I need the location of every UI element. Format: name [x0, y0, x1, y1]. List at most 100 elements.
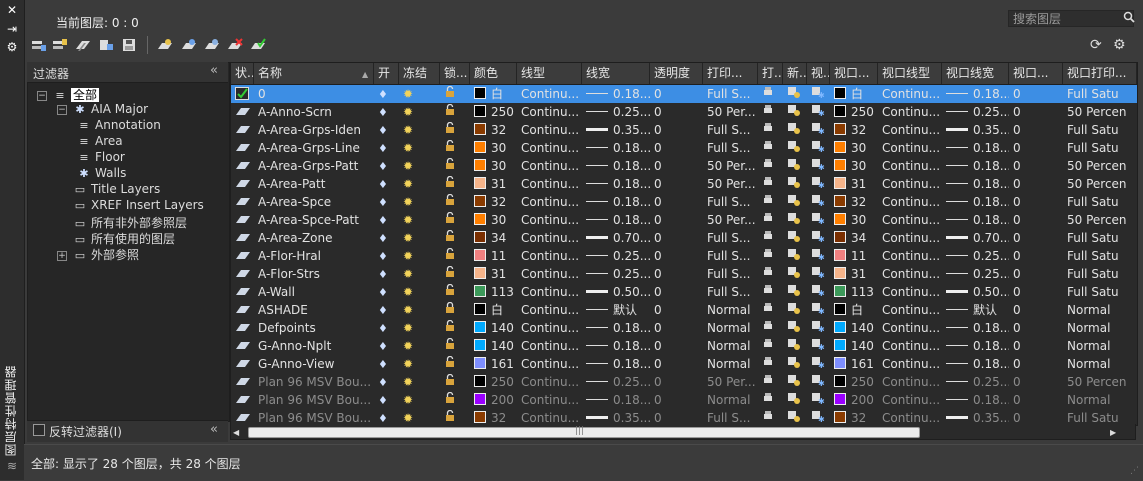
- layer-on-bulb-icon[interactable]: ♦: [374, 319, 399, 337]
- freeze-sun-icon[interactable]: ✹: [399, 265, 440, 283]
- vp-freeze-icon[interactable]: ✱: [807, 139, 830, 157]
- layer-on-bulb-icon[interactable]: ♦: [374, 373, 399, 391]
- layer-color[interactable]: 140: [470, 337, 517, 355]
- vp-color[interactable]: 34: [830, 229, 878, 247]
- layer-name[interactable]: A-Area-Grps-Line: [254, 139, 374, 157]
- layer-name[interactable]: A-Anno-Scrn: [254, 103, 374, 121]
- layer-row[interactable]: A-Anno-Scrn ♦ ✹ 250 Continu... 0.25... 0 50 Per…: [231, 103, 1137, 121]
- freeze-sun-icon[interactable]: ✹: [399, 373, 440, 391]
- layer-transparency[interactable]: 0: [650, 139, 703, 157]
- layer-color[interactable]: 250: [470, 103, 517, 121]
- vp-color[interactable]: 白: [830, 301, 878, 319]
- unlocked-icon[interactable]: [440, 265, 470, 283]
- set-current-icon[interactable]: [250, 38, 266, 52]
- vp-freeze-icon[interactable]: ✱: [807, 283, 830, 301]
- layer-transparency[interactable]: 0: [650, 265, 703, 283]
- layer-lineweight[interactable]: 0.18...: [582, 319, 650, 337]
- layer-lineweight[interactable]: 0.35...: [582, 121, 650, 139]
- layer-on-bulb-icon[interactable]: ♦: [374, 85, 399, 103]
- layer-row[interactable]: G-Anno-Nplt ♦ ✹ 140 Continu... 0.18... 0 Normal…: [231, 337, 1137, 355]
- layer-lineweight[interactable]: 0.25...: [582, 247, 650, 265]
- resize-grip-icon[interactable]: ⋰: [1130, 466, 1139, 476]
- vp-lineweight[interactable]: 0.18...: [942, 85, 1009, 103]
- filter-tree-item[interactable]: ≡ Floor: [77, 150, 124, 164]
- layer-row[interactable]: A-Wall ♦ ✹ 113 Continu... 0.50... 0 Full S... ✱ 1…: [231, 283, 1137, 301]
- col-name-header[interactable]: 名称: [254, 63, 374, 84]
- layer-transparency[interactable]: 0: [650, 157, 703, 175]
- search-icon[interactable]: [1123, 11, 1135, 23]
- layer-name[interactable]: A-Area-Zone: [254, 229, 374, 247]
- vp-freeze-icon[interactable]: ✱: [807, 247, 830, 265]
- layer-color[interactable]: 34: [470, 229, 517, 247]
- new-vp-freeze-icon[interactable]: [783, 139, 807, 157]
- unlocked-icon[interactable]: [440, 283, 470, 301]
- vp-lineweight[interactable]: 0.35...: [942, 121, 1009, 139]
- vp-plot-style[interactable]: 50 Percen: [1063, 211, 1137, 229]
- plot-printer-icon[interactable]: [758, 283, 783, 301]
- layer-on-bulb-icon[interactable]: ♦: [374, 301, 399, 319]
- vp-plot-style[interactable]: Normal: [1063, 391, 1137, 409]
- layer-on-bulb-icon[interactable]: ♦: [374, 211, 399, 229]
- vp-plot-style[interactable]: 50 Percen: [1063, 157, 1137, 175]
- vp-freeze-icon[interactable]: ✱: [807, 193, 830, 211]
- vp-lineweight[interactable]: 0.50...: [942, 283, 1009, 301]
- vp-plot-style[interactable]: Full Satu: [1063, 85, 1137, 103]
- filter-tree-item[interactable]: − ✱ AIA Major: [57, 102, 148, 116]
- layer-plot-style[interactable]: Normal: [703, 355, 758, 373]
- layer-on-bulb-icon[interactable]: ♦: [374, 355, 399, 373]
- plot-printer-icon[interactable]: [758, 301, 783, 319]
- filter-tree-item[interactable]: ▭ 所有使用的图层: [57, 230, 175, 247]
- plot-printer-icon[interactable]: [758, 211, 783, 229]
- vp-plot-style[interactable]: Full Satu: [1063, 229, 1137, 247]
- vp-freeze-icon[interactable]: ✱: [807, 103, 830, 121]
- layer-plot-style[interactable]: Full S...: [703, 247, 758, 265]
- new-vp-freeze-icon[interactable]: [783, 121, 807, 139]
- vp-linetype[interactable]: Continu...: [878, 373, 942, 391]
- layer-color[interactable]: 30: [470, 139, 517, 157]
- vp-transparency[interactable]: 0: [1009, 193, 1063, 211]
- layer-color[interactable]: 32: [470, 193, 517, 211]
- vp-transparency[interactable]: 0: [1009, 301, 1063, 319]
- layer-plot-style[interactable]: Full S...: [703, 85, 758, 103]
- freeze-sun-icon[interactable]: ✹: [399, 283, 440, 301]
- unlocked-icon[interactable]: [440, 355, 470, 373]
- layer-lineweight[interactable]: 0.25...: [582, 265, 650, 283]
- layer-name[interactable]: A-Area-Spce: [254, 193, 374, 211]
- vp-lineweight[interactable]: 0.18...: [942, 319, 1009, 337]
- freeze-sun-icon[interactable]: ✹: [399, 193, 440, 211]
- new-vp-freeze-icon[interactable]: [783, 283, 807, 301]
- layer-row[interactable]: G-Anno-View ♦ ✹ 161 Continu... 0.18... 0 Normal…: [231, 355, 1137, 373]
- freeze-sun-icon[interactable]: ✹: [399, 355, 440, 373]
- vp-plot-style[interactable]: Full Satu: [1063, 121, 1137, 139]
- filter-tree-item[interactable]: ▭ 所有非外部参照层: [57, 214, 187, 231]
- col-plot-style-header[interactable]: 打印...: [703, 63, 758, 84]
- vp-lineweight[interactable]: 0.70...: [942, 229, 1009, 247]
- layer-row[interactable]: A-Area-Grps-Line ♦ ✹ 30 Continu... 0.18... 0 Fu…: [231, 139, 1137, 157]
- col-transparency-header[interactable]: 透明度: [650, 63, 703, 84]
- collapse-icon[interactable]: −: [57, 104, 67, 115]
- vp-transparency[interactable]: 0: [1009, 211, 1063, 229]
- layer-row[interactable]: Plan 96 MSV Bou... ♦ ✹ 200 Continu... 0.18...…: [231, 391, 1137, 409]
- layer-linetype[interactable]: Continu...: [517, 103, 582, 121]
- freeze-sun-icon[interactable]: ✹: [399, 175, 440, 193]
- freeze-sun-icon[interactable]: ✹: [399, 229, 440, 247]
- vp-plot-style[interactable]: Normal: [1063, 337, 1137, 355]
- layer-plot-style[interactable]: Full S...: [703, 229, 758, 247]
- vp-freeze-icon[interactable]: ✱: [807, 337, 830, 355]
- vp-plot-style[interactable]: Full Satu: [1063, 265, 1137, 283]
- new-vp-freeze-icon[interactable]: [783, 103, 807, 121]
- vp-transparency[interactable]: 0: [1009, 337, 1063, 355]
- vp-plot-style[interactable]: Full Satu: [1063, 139, 1137, 157]
- new-vp-freeze-icon[interactable]: [783, 211, 807, 229]
- unlocked-icon[interactable]: [440, 373, 470, 391]
- layer-transparency[interactable]: 0: [650, 121, 703, 139]
- vp-color[interactable]: 11: [830, 247, 878, 265]
- vp-lineweight[interactable]: 0.25...: [942, 265, 1009, 283]
- vp-linetype[interactable]: Continu...: [878, 337, 942, 355]
- layer-row[interactable]: A-Area-Spce ♦ ✹ 32 Continu... 0.18... 0 Full S.…: [231, 193, 1137, 211]
- layer-linetype[interactable]: Continu...: [517, 247, 582, 265]
- plot-printer-icon[interactable]: [758, 247, 783, 265]
- layer-properties-icon[interactable]: [98, 38, 114, 52]
- layer-lineweight[interactable]: 0.18...: [582, 355, 650, 373]
- vp-lineweight[interactable]: 0.18...: [942, 337, 1009, 355]
